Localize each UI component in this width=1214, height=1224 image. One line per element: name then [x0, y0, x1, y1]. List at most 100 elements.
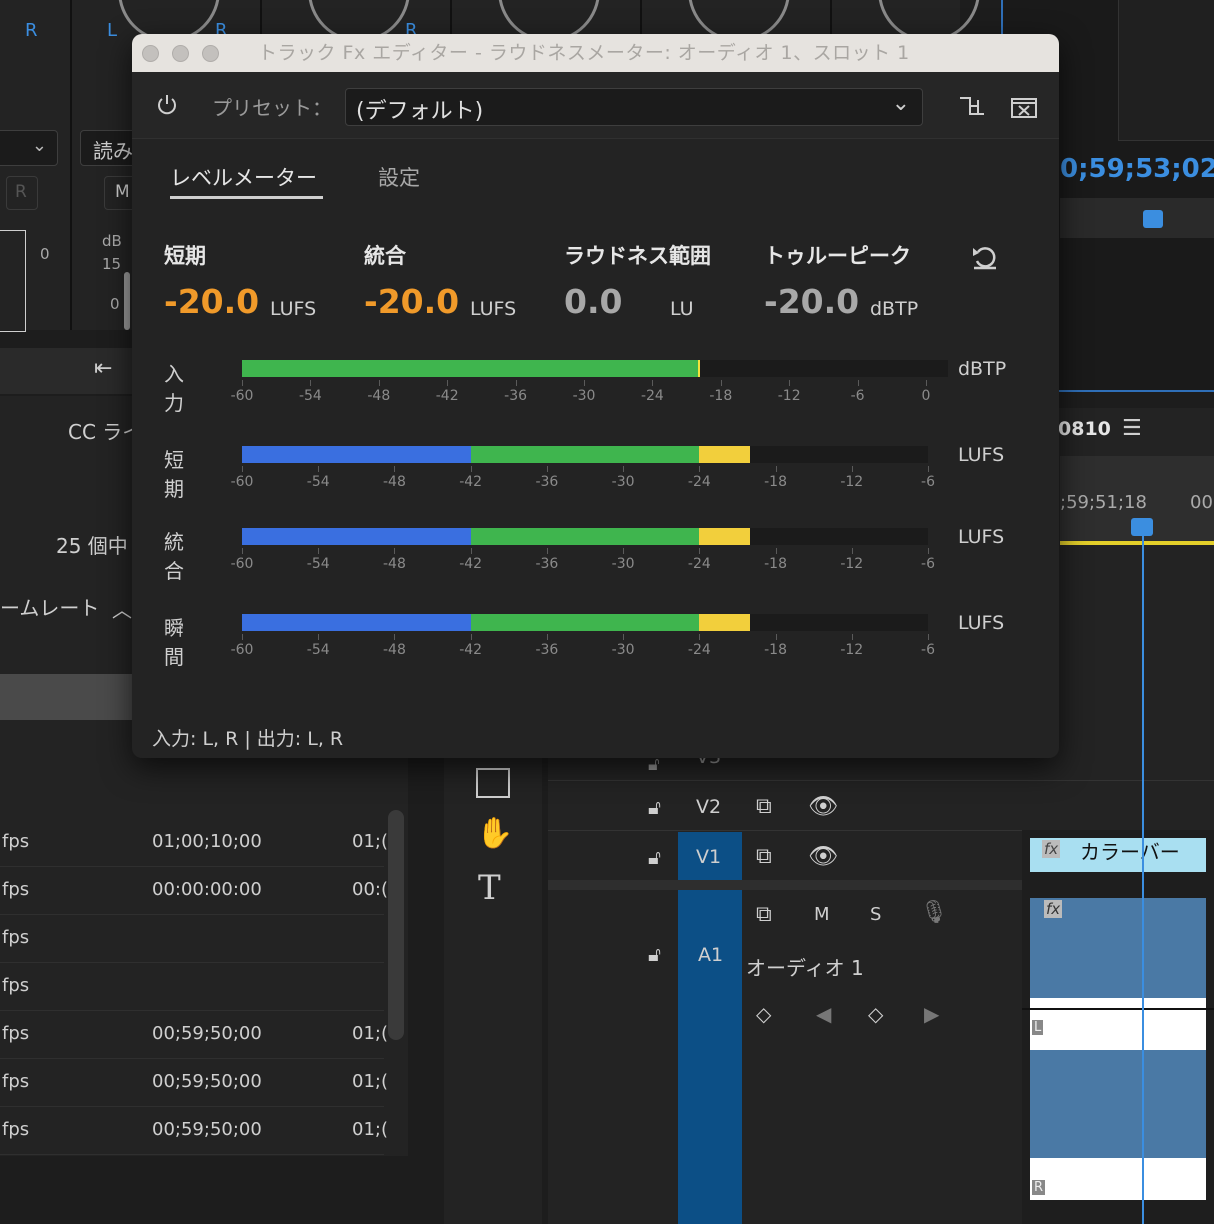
add-keyframe-icon[interactable]: ◇	[756, 1002, 771, 1026]
sync-lock-icon[interactable]: ⧉	[756, 844, 772, 869]
source-timecode[interactable]: 0;59;53;02	[1060, 154, 1214, 184]
meter-segment	[242, 528, 471, 545]
fx-badge: fx	[1044, 900, 1063, 918]
close-window-button[interactable]	[142, 45, 159, 62]
table-row[interactable]: fps	[0, 962, 384, 1011]
meter-segment	[699, 446, 751, 463]
cell-fps: fps	[2, 1023, 30, 1044]
meter-segment	[470, 446, 700, 463]
divider	[548, 830, 1022, 831]
cell-start: 00;59;50;00	[152, 1071, 262, 1092]
close-panel-icon[interactable]	[1010, 96, 1038, 120]
track-name-a1[interactable]: A1	[698, 944, 723, 966]
scale-tick	[470, 548, 472, 554]
scale-label: -36	[504, 388, 528, 404]
sync-lock-icon[interactable]: ⧉	[756, 902, 772, 927]
cell-start: 01;00;10;00	[152, 831, 262, 852]
scale-tick	[447, 380, 449, 386]
scale-label: -24	[687, 642, 711, 658]
table-row[interactable]: fps 00;59;50;00 01;(	[0, 1058, 388, 1107]
audio-clip[interactable]: fx L R	[1022, 898, 1214, 1200]
fx-badge: fx	[1042, 840, 1061, 858]
scale-label: -18	[764, 556, 787, 572]
minimize-window-button[interactable]	[172, 45, 189, 62]
scale-label: -48	[367, 388, 391, 404]
video-clip[interactable]: fx カラーバー	[1030, 838, 1206, 872]
scale-tick	[789, 380, 791, 386]
mixer-input-select[interactable]: ⌄	[0, 130, 58, 166]
preset-row: プリセット： (デフォルト) ⌄	[132, 72, 1059, 139]
scale-label: -54	[298, 388, 322, 404]
rectangle-tool-icon[interactable]	[476, 768, 510, 798]
table-row[interactable]: fps 01;00;10;00 01;(	[0, 818, 388, 867]
sequence-tab[interactable]: 0810	[1058, 418, 1111, 440]
work-area-bar[interactable]	[1060, 541, 1214, 545]
record-button[interactable]: R	[6, 176, 38, 210]
sync-lock-icon[interactable]: ⧉	[756, 794, 772, 819]
playhead-marker[interactable]	[1131, 518, 1153, 536]
next-keyframe-icon[interactable]: ▶	[924, 1002, 939, 1026]
a1-target[interactable]	[678, 890, 742, 1224]
eye-icon[interactable]: 👁︎	[808, 842, 838, 870]
table-row[interactable]: fps 00:00:00:00 00:(	[0, 866, 388, 915]
meter-bar	[242, 614, 928, 631]
track-name-v2[interactable]: V2	[696, 796, 721, 818]
mute-track-button[interactable]: M	[814, 904, 830, 925]
hand-tool-icon[interactable]: ✋	[476, 816, 513, 851]
track-lock-icon[interactable]: 🔓︎	[648, 795, 661, 819]
scale-label: -6	[921, 474, 935, 490]
scale-label: -42	[459, 642, 483, 658]
channel-label-r: R	[1032, 1180, 1046, 1195]
track-lock-icon[interactable]: 🔓︎	[648, 845, 661, 869]
scale-label: -42	[459, 556, 483, 572]
playhead-marker[interactable]	[1143, 210, 1163, 228]
stat-value-short-term: -20.0	[164, 282, 260, 321]
db-scale-label: 0	[40, 245, 50, 263]
meter-unit: LUFS	[958, 444, 1005, 466]
scale-tick	[394, 466, 396, 472]
power-icon[interactable]	[154, 92, 180, 118]
scale-label: -24	[687, 474, 711, 490]
zoom-window-button[interactable]	[202, 45, 219, 62]
scale-tick	[242, 380, 243, 386]
preset-select[interactable]: (デフォルト) ⌄	[345, 88, 923, 126]
menu-icon[interactable]: ☰	[1122, 416, 1142, 441]
scale-tick	[546, 466, 548, 472]
scale-tick	[318, 548, 320, 554]
table-row[interactable]: fps 00;59;50;00 01;(	[0, 1010, 388, 1059]
tab-settings[interactable]: 設定	[378, 162, 420, 192]
scale-tick	[928, 466, 929, 472]
eye-icon[interactable]: 👁︎	[808, 792, 838, 820]
stat-label-short-term: 短期	[164, 244, 206, 268]
scale-label: -12	[777, 388, 801, 404]
keyframe-icon[interactable]: ◇	[868, 1002, 883, 1026]
scale-label: -30	[611, 474, 635, 490]
solo-track-button[interactable]: S	[870, 904, 881, 925]
scale-label: -18	[709, 388, 733, 404]
microphone-icon[interactable]: 🎙︎	[920, 900, 948, 925]
routing-icon[interactable]	[958, 94, 986, 120]
volume-fader[interactable]	[124, 272, 130, 330]
table-row[interactable]: fps 00;59;50;00 01;(	[0, 1106, 388, 1155]
table-row[interactable]: fps	[0, 914, 384, 963]
meter-segment	[242, 360, 698, 377]
scale-label: -36	[535, 556, 559, 572]
stat-label-loudness-range: ラウドネス範囲	[564, 244, 711, 268]
previous-keyframe-icon[interactable]: ◀	[816, 1002, 831, 1026]
cell-end: 01;(	[352, 831, 388, 852]
scale-label: -12	[840, 474, 864, 490]
reset-icon[interactable]	[970, 242, 1000, 272]
collapse-icon[interactable]: ⇤	[94, 356, 112, 381]
cell-fps: fps	[2, 927, 30, 948]
tab-level-meter[interactable]: レベルメーター	[170, 162, 323, 202]
sort-ascending-icon[interactable]: ︿	[112, 594, 132, 623]
source-ruler[interactable]	[1060, 198, 1214, 238]
project-scrollbar[interactable]	[388, 810, 404, 1040]
scale-tick	[623, 548, 625, 554]
title-bar[interactable]: トラック Fx エディター - ラウドネスメーター: オーディオ 1、スロット …	[132, 34, 1059, 72]
type-tool-icon[interactable]: T	[478, 868, 501, 908]
column-header-framerate[interactable]: ームレート	[0, 592, 99, 621]
track-lock-icon[interactable]: 🔓︎	[648, 942, 661, 966]
track-name-v1[interactable]: V1	[696, 846, 721, 868]
scale-tick	[623, 466, 625, 472]
